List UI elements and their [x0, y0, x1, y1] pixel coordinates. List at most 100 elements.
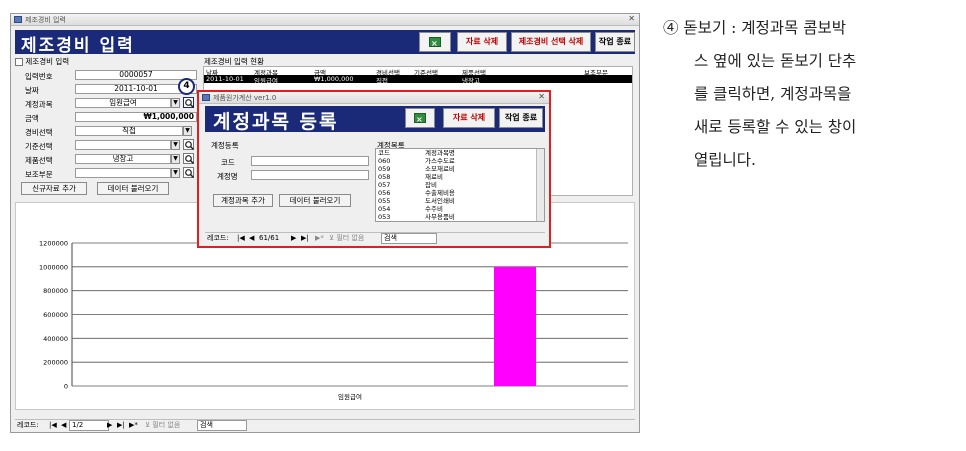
grid-cell: 임원급여 [254, 77, 278, 85]
delete-record-button[interactable]: 자료 삭제 [443, 108, 495, 128]
list-cell: 054 [378, 205, 391, 213]
magnifier-icon[interactable] [183, 167, 195, 179]
aux-dept-label: 보조부문 [25, 170, 53, 179]
chevron-down-icon[interactable]: ▼ [171, 168, 180, 178]
close-icon[interactable]: ✕ [628, 14, 635, 23]
new-blank-record-button[interactable]: ▶* [315, 233, 324, 243]
prev-record-button[interactable]: ◀ [61, 420, 66, 430]
input-no-field[interactable]: 0000057 [75, 70, 197, 80]
aux-dept-combo[interactable] [75, 168, 171, 178]
first-record-button[interactable]: |◀ [237, 233, 245, 243]
list-cell: 060 [378, 157, 391, 165]
criteria-select-label: 기준선택 [25, 142, 53, 151]
delete-record-button[interactable]: 자료 삭제 [457, 32, 507, 52]
list-header-cell: 코드 [378, 149, 390, 157]
main-titlebar: 제조경비 입력 ✕ [11, 14, 639, 26]
filter-status[interactable]: ⊻ 필터 없음 [145, 420, 180, 430]
y-tick-label: 400000 [43, 335, 68, 343]
list-cell: 058 [378, 173, 391, 181]
instruction-line: 열립니다. [694, 151, 756, 169]
list-item[interactable]: 053 사무용품비 [377, 214, 527, 221]
last-record-button[interactable]: ▶| [117, 420, 125, 430]
list-item[interactable]: 060 가스수도료 [377, 158, 527, 165]
list-item[interactable]: 059 소모재료비 [377, 166, 527, 173]
load-data-button[interactable]: 데이터 불러오기 [97, 182, 169, 195]
list-item[interactable]: 054 수주비 [377, 206, 527, 213]
product-select-combo[interactable]: 냉장고 [75, 154, 171, 164]
close-icon[interactable]: ✕ [538, 92, 545, 101]
next-record-button[interactable]: ▶ [107, 420, 112, 430]
excel-export-button[interactable] [405, 108, 435, 129]
grid-cell: 직접 [376, 77, 388, 85]
magnifier-icon[interactable] [183, 139, 195, 151]
record-label: 레코드: [207, 234, 229, 242]
next-record-button[interactable]: ▶ [291, 233, 296, 243]
callout-badge: 4 [178, 78, 195, 95]
new-blank-record-button[interactable]: ▶* [129, 420, 138, 430]
grid-cell: 냉장고 [462, 77, 480, 85]
close-work-button[interactable]: 작업 종료 [595, 32, 635, 52]
account-label: 계정과목 [25, 100, 53, 109]
excel-icon [414, 111, 426, 129]
page-title: 제조경비 입력 [21, 36, 135, 56]
instruction-line: 스 옆에 있는 돋보기 단추 [694, 52, 857, 70]
grid-cell: ₩1,000,000 [314, 75, 354, 83]
app-icon [202, 94, 210, 101]
date-label: 날짜 [25, 86, 39, 95]
list-cell: 사무용품비 [425, 213, 455, 221]
chevron-down-icon[interactable]: ▼ [183, 126, 192, 136]
list-item[interactable]: 055 도서인쇄비 [377, 198, 527, 205]
record-label: 레코드: [17, 421, 39, 429]
y-tick-label: 1200000 [39, 240, 68, 248]
list-scrollbar[interactable] [536, 149, 544, 221]
record-selector-icon [15, 58, 23, 66]
expense-select-label: 경비선택 [25, 128, 53, 137]
record-position[interactable]: 1/2 [69, 420, 109, 431]
instruction-line: ④ 돋보기 : 계정과목 콤보박 [663, 19, 847, 37]
list-cell: 잡비 [425, 181, 437, 189]
new-record-button[interactable]: 신규자료 추가 [21, 182, 87, 195]
main-window-title: 제조경비 입력 [25, 16, 66, 24]
search-input[interactable]: 검색 [381, 233, 437, 244]
search-input[interactable]: 검색 [197, 420, 247, 431]
list-item[interactable]: 058 재료비 [377, 174, 527, 181]
magnifier-icon[interactable] [183, 153, 195, 165]
add-account-button[interactable]: 계정과목 추가 [213, 194, 273, 207]
close-work-button[interactable]: 작업 종료 [499, 108, 543, 128]
filter-text: 필터 없음 [336, 234, 365, 242]
y-tick-label: 600000 [43, 311, 68, 319]
last-record-button[interactable]: ▶| [301, 233, 309, 243]
account-listbox[interactable]: 코드 계정과목명 060 가스수도료 059 소모재료비 058 재료비 057 잡비 … [375, 148, 545, 222]
account-name-field[interactable] [251, 170, 369, 180]
account-name-label: 계정명 [217, 172, 238, 181]
y-tick-label: 200000 [43, 359, 68, 367]
first-record-button[interactable]: |◀ [49, 420, 57, 430]
expense-select-combo[interactable]: 직접 [75, 126, 183, 136]
account-combo[interactable]: 임원급여 [75, 98, 171, 108]
list-item[interactable]: 057 잡비 [377, 182, 527, 189]
record-position[interactable]: 61/61 [259, 233, 279, 243]
magnifier-icon[interactable] [183, 97, 195, 109]
product-select-label: 제품선택 [25, 156, 53, 165]
code-field[interactable] [251, 156, 369, 166]
prev-record-button[interactable]: ◀ [249, 233, 254, 243]
excel-export-button[interactable] [419, 32, 451, 53]
list-cell: 소모재료비 [425, 165, 455, 173]
list-cell: 059 [378, 165, 391, 173]
chevron-down-icon[interactable]: ▼ [171, 154, 180, 164]
table-row[interactable]: 2011-10-01 임원급여 ₩1,000,000 직접 냉장고 [204, 75, 632, 85]
list-cell: 056 [378, 189, 391, 197]
criteria-select-combo[interactable] [75, 140, 171, 150]
amount-field[interactable]: ₩1,000,000 [75, 112, 197, 122]
grid-cell: 2011-10-01 [206, 75, 244, 83]
chevron-down-icon[interactable]: ▼ [171, 98, 180, 108]
load-data-button[interactable]: 데이터 불러오기 [279, 194, 351, 207]
record-navigator: 레코드: |◀ ◀ 1/2 ▶ ▶| ▶* ⊻ 필터 없음 검색 [15, 419, 635, 431]
filter-status[interactable]: ⊻ 필터 없음 [329, 233, 364, 243]
delete-selected-button[interactable]: 제조경비 선택 삭제 [511, 32, 591, 52]
register-caption: 계정등록 [211, 141, 239, 150]
form-caption-text: 제조경비 입력 [25, 57, 70, 66]
chevron-down-icon[interactable]: ▼ [171, 140, 180, 150]
list-item[interactable]: 056 수출제비용 [377, 190, 527, 197]
x-tick-label: 임원급여 [338, 392, 362, 401]
